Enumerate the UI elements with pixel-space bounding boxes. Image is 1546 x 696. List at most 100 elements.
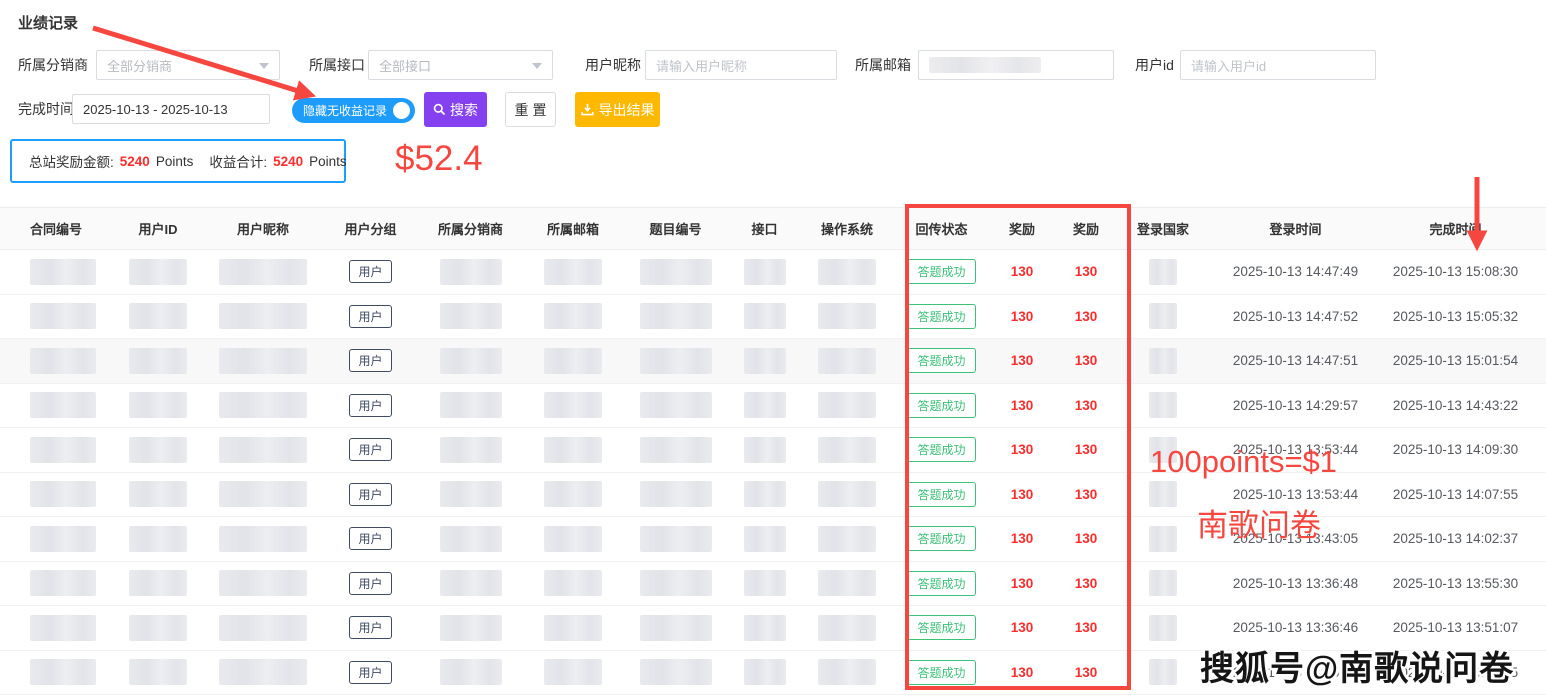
redacted-email-value [929,57,1041,73]
toggle-label: 隐藏无收益记录 [303,102,387,119]
redacted-distributor [440,348,502,374]
redacted-country-flag [1149,392,1177,418]
site-reward-value: 5240 [120,154,150,169]
redacted-question-no [640,659,712,685]
hide-no-income-toggle[interactable]: 隐藏无收益记录 [292,98,415,123]
column-header: 操作系统 [801,219,893,238]
redacted-api [744,526,786,552]
table-row: 用户 答题成功 130 130 2025-10-13 13:36:46 2025… [0,606,1546,651]
nickname-input[interactable]: 请输入用户昵称 [645,50,837,80]
redacted-email [544,615,602,641]
redacted-user-id [129,481,187,507]
status-badge: 答题成功 [907,348,975,373]
login-time: 2025-10-13 14:47:52 [1208,309,1383,324]
user-group-tag: 用户 [349,483,391,506]
date-range-input[interactable]: 2025-10-13 - 2025-10-13 [72,94,270,124]
login-time: 2025-10-13 13:43:05 [1208,531,1383,546]
login-time: 2025-10-13 14:47:49 [1208,264,1383,279]
redacted-contract-no [30,526,96,552]
redacted-email [544,570,602,596]
user-id-label: 用户id [1135,50,1174,80]
export-button[interactable]: 导出结果 [575,92,660,127]
user-group-tag: 用户 [349,616,391,639]
status-badge: 答题成功 [907,526,975,551]
redacted-country-flag [1149,659,1177,685]
redacted-nickname [219,259,307,285]
reward-value-2: 130 [1054,620,1118,635]
redacted-os [818,303,876,329]
redacted-api [744,303,786,329]
redacted-os [818,392,876,418]
login-time: 2025-10-13 14:29:57 [1208,398,1383,413]
reward-value: 130 [990,264,1054,279]
redacted-nickname [219,437,307,463]
login-time: 2025-10-13 13:53:44 [1208,442,1383,457]
redacted-contract-no [30,303,96,329]
column-header: 题目编号 [623,219,728,238]
user-group-tag: 用户 [349,305,391,328]
redacted-nickname [219,526,307,552]
reward-value: 130 [990,353,1054,368]
login-time: 2025-10-13 13:36:46 [1208,620,1383,635]
reward-value-2: 130 [1054,665,1118,680]
login-time: 2025-10-13 13:36:48 [1208,576,1383,591]
table-row: 用户 答题成功 130 130 2025-10-13 14:47:51 2025… [0,339,1546,384]
column-header: 用户ID [113,219,203,238]
finish-time: 2025-10-13 14:07:55 [1383,487,1528,502]
redacted-question-no [640,348,712,374]
redacted-distributor [440,392,502,418]
toggle-knob [393,102,410,119]
redacted-os [818,481,876,507]
column-header: 登录时间 [1208,219,1383,238]
login-time: 2025-10-13 14:47:51 [1208,353,1383,368]
reward-value-2: 130 [1054,353,1118,368]
redacted-api [744,437,786,463]
chevron-down-icon [259,63,269,69]
redacted-email [544,659,602,685]
api-select[interactable]: 全部接口 [368,50,553,80]
user-id-placeholder: 请输入用户id [1191,56,1266,75]
redacted-os [818,659,876,685]
reward-value: 130 [990,398,1054,413]
distributor-select[interactable]: 全部分销商 [96,50,280,80]
redacted-nickname [219,348,307,374]
annotation-usd-total: $52.4 [395,139,483,179]
status-badge: 答题成功 [907,259,975,284]
reward-value-2: 130 [1054,264,1118,279]
redacted-api [744,615,786,641]
finish-time: 2025-10-13 15:08:30 [1383,264,1528,279]
page-title: 业绩记录 [18,12,78,33]
reward-value-2: 130 [1054,576,1118,591]
search-button[interactable]: 搜索 [424,92,487,127]
redacted-user-id [129,615,187,641]
login-time: 2025-10-13 13:26:22 [1208,665,1383,680]
user-group-tag: 用户 [349,349,391,372]
redacted-contract-no [30,615,96,641]
redacted-user-id [129,570,187,596]
table-row: 用户 答题成功 130 130 2025-10-13 13:26:22 2025… [0,651,1546,696]
redacted-user-id [129,392,187,418]
status-badge: 答题成功 [907,304,975,329]
user-group-tag: 用户 [349,438,391,461]
redacted-distributor [440,659,502,685]
column-header: 接口 [728,219,801,238]
redacted-nickname [219,659,307,685]
reset-button[interactable]: 重置 [505,92,556,127]
reward-value-2: 130 [1054,309,1118,324]
download-icon [581,103,594,116]
reward-value-2: 130 [1054,398,1118,413]
redacted-api [744,570,786,596]
redacted-question-no [640,615,712,641]
email-input[interactable] [918,50,1114,80]
finish-time: 2025-10-13 13:51:07 [1383,620,1528,635]
redacted-api [744,392,786,418]
column-header: 用户昵称 [203,219,323,238]
redacted-distributor [440,437,502,463]
redacted-email [544,259,602,285]
column-header: 用户分组 [323,219,418,238]
finish-time: 2025-10-13 13:55:30 [1383,576,1528,591]
redacted-user-id [129,659,187,685]
user-id-input[interactable]: 请输入用户id [1180,50,1376,80]
column-header: 所属邮箱 [523,219,623,238]
finish-time: 2025-10-13 15:05:32 [1383,309,1528,324]
